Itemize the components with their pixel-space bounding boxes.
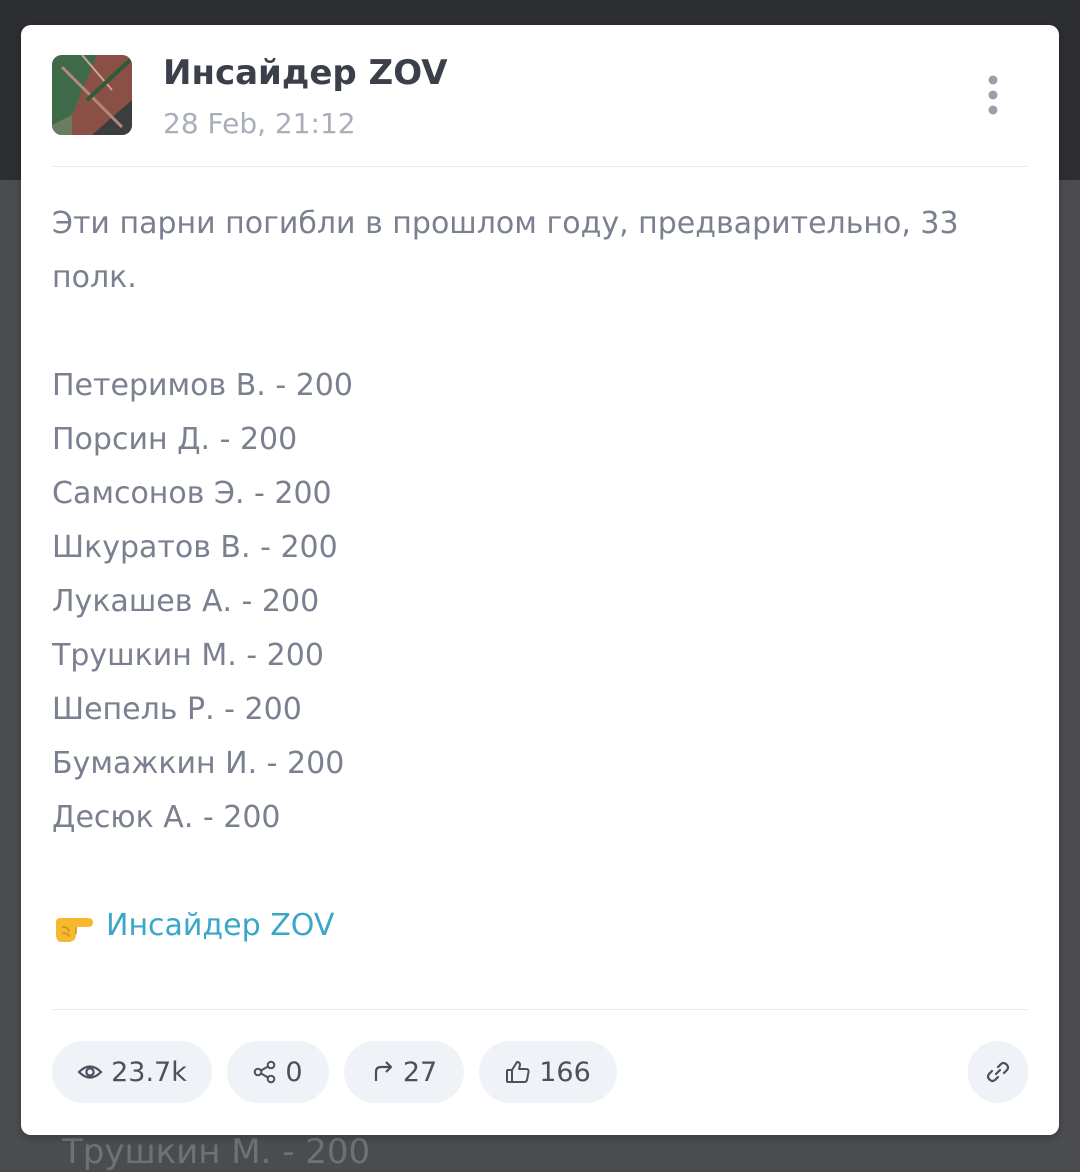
channel-link[interactable]: Инсайдер ZOV (106, 899, 334, 953)
copy-link-button[interactable] (968, 1041, 1028, 1103)
post-card: Инсайдер ZOV 28 Feb, 21:12 Эти парни пог… (21, 25, 1059, 1135)
forward-arrow-icon (374, 1061, 392, 1081)
header-divider (52, 166, 1028, 167)
post-body: Эти парни погибли в прошлом году, предва… (52, 197, 1032, 953)
thumbs-up-icon (506, 1061, 530, 1083)
casualty-list: Петеримов В. - 200 Порсин Д. - 200 Самсо… (52, 359, 1032, 845)
vertical-dots-icon (988, 75, 998, 115)
channel-name[interactable]: Инсайдер ZOV (163, 53, 448, 93)
list-item: Шепель Р. - 200 (52, 692, 302, 727)
list-item: Шкуратов В. - 200 (52, 530, 338, 565)
list-item: Бумажкин И. - 200 (52, 746, 345, 781)
eye-icon (77, 1065, 103, 1079)
post-date: 28 Feb, 21:12 (163, 107, 356, 140)
pointing-right-icon (56, 918, 93, 942)
list-item: Лукашев А. - 200 (52, 584, 320, 619)
more-options-button[interactable] (973, 71, 1013, 119)
list-item: Петеримов В. - 200 (52, 368, 353, 403)
likes-button[interactable]: 166 (479, 1041, 617, 1103)
post-footer: 23.7k 0 27 166 (52, 1041, 1028, 1103)
list-item: Порсин Д. - 200 (52, 422, 298, 457)
comments-count: 0 (285, 1056, 303, 1088)
views-count: 23.7k (111, 1056, 187, 1088)
channel-signature: Инсайдер ZOV (52, 899, 1032, 953)
list-item: Трушкин М. - 200 (52, 638, 324, 673)
likes-count: 166 (539, 1056, 591, 1088)
share-nodes-icon (254, 1060, 276, 1084)
post-intro: Эти парни погибли в прошлом году, предва… (52, 206, 959, 295)
shares-button[interactable]: 27 (344, 1041, 464, 1103)
channel-avatar[interactable] (52, 55, 132, 135)
background-post-text: Трушкин М. - 200 (62, 1132, 371, 1172)
footer-divider (52, 1009, 1028, 1010)
list-item: Самсонов Э. - 200 (52, 476, 332, 511)
views-button[interactable]: 23.7k (52, 1041, 212, 1103)
list-item: Десюк А. - 200 (52, 800, 281, 835)
comments-button[interactable]: 0 (227, 1041, 329, 1103)
shares-count: 27 (402, 1056, 438, 1088)
chain-link-icon (986, 1061, 1010, 1083)
